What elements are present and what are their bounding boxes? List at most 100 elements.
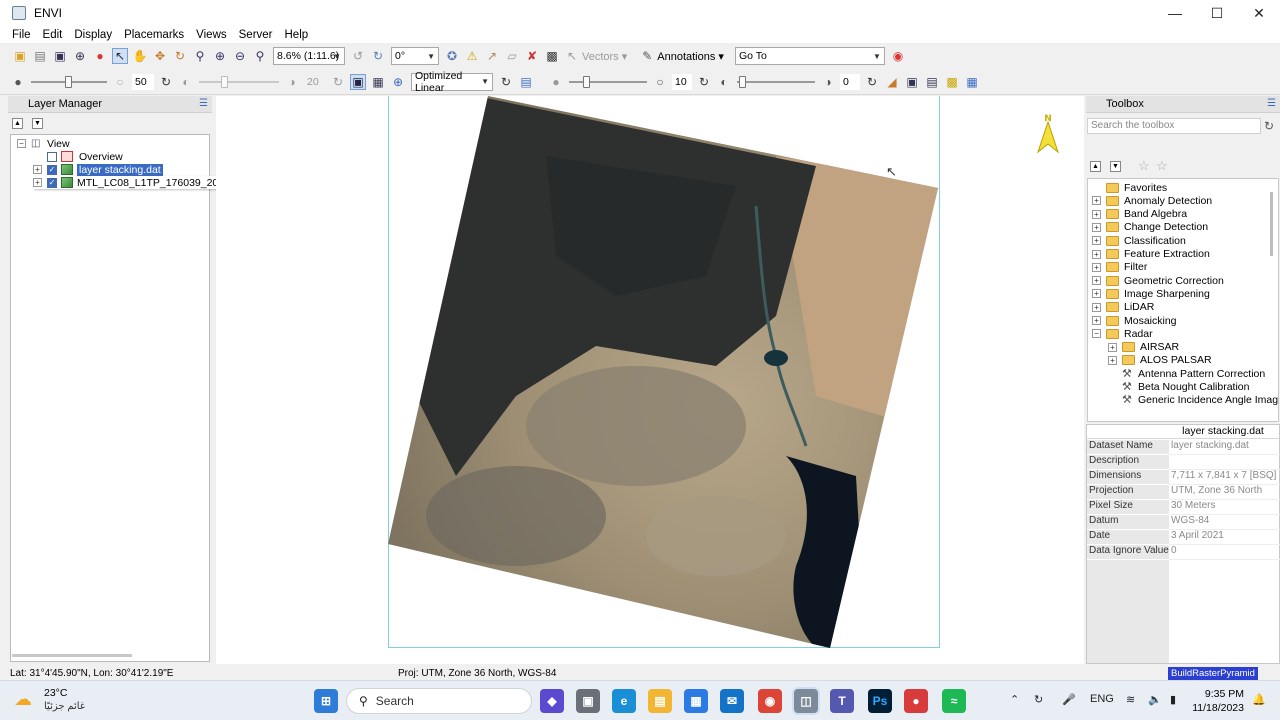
toolbox-item[interactable]: ⚒ Generic Incidence Angle Image	[1108, 394, 1278, 407]
teams-icon[interactable]: T	[830, 689, 854, 713]
mail-icon[interactable]: ✉	[720, 689, 744, 713]
toolbox-item[interactable]: + AIRSAR	[1108, 341, 1179, 354]
blend-icon[interactable]: ▤	[924, 74, 940, 90]
metadata-value[interactable]: layer stacking.dat	[1169, 440, 1280, 455]
tree-overview-node[interactable]: Overview	[47, 150, 123, 163]
zoom-in-icon[interactable]: ⊕	[212, 48, 228, 64]
fly-icon[interactable]: ✥	[152, 48, 168, 64]
expand-toggle[interactable]: +	[1092, 289, 1101, 299]
sync-icon[interactable]: ↻	[1034, 693, 1043, 706]
chrome-icon[interactable]: ◉	[758, 689, 782, 713]
rotation-select[interactable]: 0° ▼	[391, 47, 439, 65]
start-icon[interactable]: ⊞	[314, 689, 338, 713]
toolbox-item[interactable]: ⚒ Antenna Pattern Correction	[1108, 367, 1265, 380]
menu-placemarks[interactable]: Placemarks	[118, 29, 190, 41]
expand-toggle[interactable]: +	[1092, 222, 1101, 232]
refresh-toolbox-icon[interactable]: ↻	[1264, 119, 1274, 133]
brightness-value[interactable]: 50	[132, 73, 154, 90]
expand-toggle[interactable]: +	[1092, 209, 1101, 219]
toolbox-expand-icon[interactable]: ▼	[1110, 161, 1121, 172]
add-favorite-icon[interactable]: ☆	[1138, 158, 1150, 174]
toolbox-item[interactable]: + ALOS PALSAR	[1108, 354, 1212, 367]
goto-field[interactable]: Go To ▼	[734, 47, 885, 65]
stretch-view-icon[interactable]: ▦	[370, 74, 386, 90]
satellite-image[interactable]	[216, 96, 1084, 664]
toolbox-item[interactable]: + Image Sharpening	[1092, 287, 1210, 300]
portal-icon[interactable]: ◢	[884, 74, 900, 90]
tree-layer-stacking-node[interactable]: + ✓ layer stacking.dat	[33, 163, 163, 176]
collapse-all-icon[interactable]: ▲	[12, 118, 23, 129]
reset-brightness-icon[interactable]: ↻	[158, 74, 174, 90]
rotate-left-icon[interactable]: ↺	[350, 48, 366, 64]
image-view[interactable]: N ↖	[216, 96, 1084, 664]
toolbox-item[interactable]: + Filter	[1092, 261, 1147, 274]
toolbox-collapse-icon[interactable]: ▲	[1090, 161, 1101, 172]
contrast-slider[interactable]	[199, 74, 279, 90]
zoom-select[interactable]: 8.6% (1:11.6) ▼	[273, 47, 345, 65]
rotate-icon[interactable]: ↻	[172, 48, 188, 64]
rotate-right-icon[interactable]: ↻	[370, 48, 386, 64]
toolbox-item[interactable]: + LiDAR	[1092, 301, 1154, 314]
placemark-icon[interactable]: ●	[92, 48, 108, 64]
notification-icon[interactable]: 🔔	[1252, 693, 1266, 706]
minimize-button[interactable]: —	[1154, 0, 1196, 26]
clock-time[interactable]: 9:35 PM	[1190, 688, 1244, 700]
expand-all-icon[interactable]: ▼	[32, 118, 43, 129]
expand-toggle[interactable]: +	[1092, 196, 1101, 206]
crosshair-icon[interactable]: ⊕	[72, 48, 88, 64]
toolbox-item[interactable]: + Feature Extraction	[1092, 248, 1210, 261]
toolbox-item[interactable]: Favorites	[1092, 181, 1167, 194]
zoom-icon[interactable]: ⚲	[192, 48, 208, 64]
metadata-value[interactable]: 7,711 x 7,841 x 7 [BSQ] Uint	[1169, 470, 1280, 485]
taskbar-search[interactable]: ⚲ Search	[346, 688, 532, 714]
battery-icon[interactable]: ▮	[1170, 693, 1176, 706]
weather-temp[interactable]: 23°C	[44, 687, 67, 699]
remove-favorite-icon[interactable]: ☆	[1156, 158, 1168, 174]
reset-stretch-icon[interactable]: ↻	[498, 74, 514, 90]
stretch-toggle-icon[interactable]: ▣	[350, 73, 366, 90]
photoshop-icon[interactable]: Ps	[868, 689, 892, 713]
clock-date[interactable]: 11/18/2023	[1190, 702, 1244, 714]
tray-chevron-icon[interactable]: ⌃	[1010, 693, 1019, 706]
annotations-menu[interactable]: Annotations ▾	[657, 50, 724, 63]
toolbox-scrollbar[interactable]	[1270, 192, 1273, 256]
polygon-tool-icon[interactable]: ▱	[504, 48, 520, 64]
reset-contrast-icon[interactable]: ↻	[330, 74, 346, 90]
sharpen-slider[interactable]	[569, 74, 647, 90]
volume-icon[interactable]: 🔈	[1148, 693, 1162, 706]
transparency-value[interactable]: 0	[840, 73, 860, 90]
reset-transparency-icon[interactable]: ↻	[864, 74, 880, 90]
maximize-button[interactable]: ☐	[1196, 0, 1238, 26]
expand-toggle[interactable]: +	[1092, 316, 1101, 325]
spotify-icon[interactable]: ≈	[942, 689, 966, 713]
pin-panel-icon[interactable]: ☰	[199, 98, 208, 109]
multispectral-checkbox[interactable]: ✓	[47, 177, 57, 188]
target-icon[interactable]: ⊕	[390, 74, 406, 90]
toolbox-item[interactable]: + Band Algebra	[1092, 208, 1187, 221]
toolbox-item[interactable]: − Radar	[1092, 327, 1153, 340]
tree-view-node[interactable]: − ◫ View	[17, 137, 70, 150]
store-icon[interactable]: ▦	[684, 689, 708, 713]
edge-icon[interactable]: e	[612, 689, 636, 713]
expand-toggle[interactable]: +	[1092, 236, 1101, 246]
toolbox-item[interactable]: + Classification	[1092, 234, 1186, 247]
menu-server[interactable]: Server	[233, 29, 279, 41]
zoom-full-icon[interactable]: ⚲	[252, 48, 268, 64]
language-indicator[interactable]: ENG	[1090, 693, 1114, 705]
weather-icon[interactable]: ☁	[14, 689, 32, 710]
expand-toggle[interactable]: −	[1092, 329, 1101, 339]
expand-toggle[interactable]: +	[1092, 302, 1101, 312]
data-manager-icon[interactable]: ▤	[32, 48, 48, 64]
sharpen-value[interactable]: 10	[672, 73, 692, 90]
pin-toolbox-icon[interactable]: ☰	[1267, 98, 1276, 109]
copilot-icon[interactable]: ◆	[540, 689, 564, 713]
toolbox-item[interactable]: ⚒ Beta Nought Calibration	[1108, 381, 1250, 394]
envi-taskbar-icon[interactable]: ◫	[794, 689, 818, 713]
vectors-menu[interactable]: Vectors ▾	[582, 50, 627, 63]
select-cursor-icon[interactable]: ↖	[112, 48, 128, 64]
toolbox-item[interactable]: + Change Detection	[1092, 221, 1208, 234]
vector-tool-icon[interactable]: ⚠	[464, 48, 480, 64]
toolbox-item[interactable]: + Mosaicking	[1092, 314, 1177, 327]
pan-hand-icon[interactable]: ✋	[132, 48, 148, 64]
expand-toggle[interactable]: +	[1108, 342, 1117, 352]
